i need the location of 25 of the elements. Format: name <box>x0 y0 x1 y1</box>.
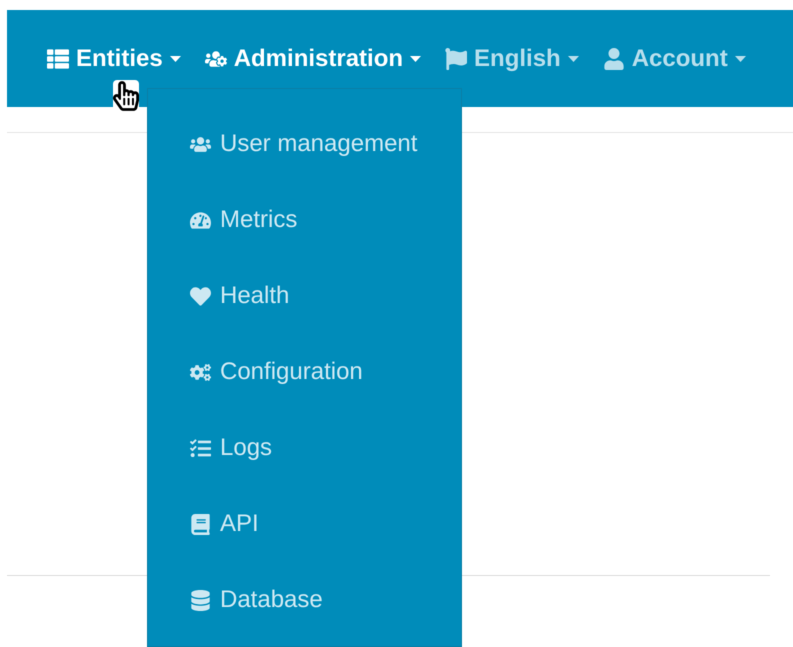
user-icon <box>602 48 625 70</box>
dropdown-item[interactable]: Configuration <box>148 334 461 410</box>
dropdown-item[interactable]: Metrics <box>148 182 461 258</box>
caret-icon <box>170 56 181 62</box>
pointer-cursor-icon <box>113 80 139 112</box>
dropdown-item[interactable]: Health <box>148 258 461 334</box>
flag-icon <box>445 48 468 70</box>
gauge-icon <box>190 210 211 230</box>
dropdown-item[interactable]: User management <box>148 106 461 182</box>
caret-icon <box>734 56 746 62</box>
caret-icon <box>568 56 579 62</box>
nav-menu-button[interactable]: English <box>445 40 579 76</box>
gears-icon <box>190 362 211 382</box>
database-icon <box>190 590 211 610</box>
dropdown-item[interactable]: API <box>148 486 461 562</box>
dropdown-item[interactable]: Logs <box>148 410 461 486</box>
nav-menu-button[interactable]: Administration <box>204 40 422 76</box>
book-icon <box>190 514 211 534</box>
nav-menu-button[interactable]: Entities <box>47 40 181 76</box>
caret-icon <box>410 56 422 62</box>
checklist-icon <box>190 438 211 458</box>
dropdown-item[interactable]: Database <box>148 562 461 638</box>
nav-menu-button[interactable]: Account <box>602 40 746 76</box>
table-list-icon <box>47 48 69 70</box>
heart-icon <box>190 286 211 306</box>
